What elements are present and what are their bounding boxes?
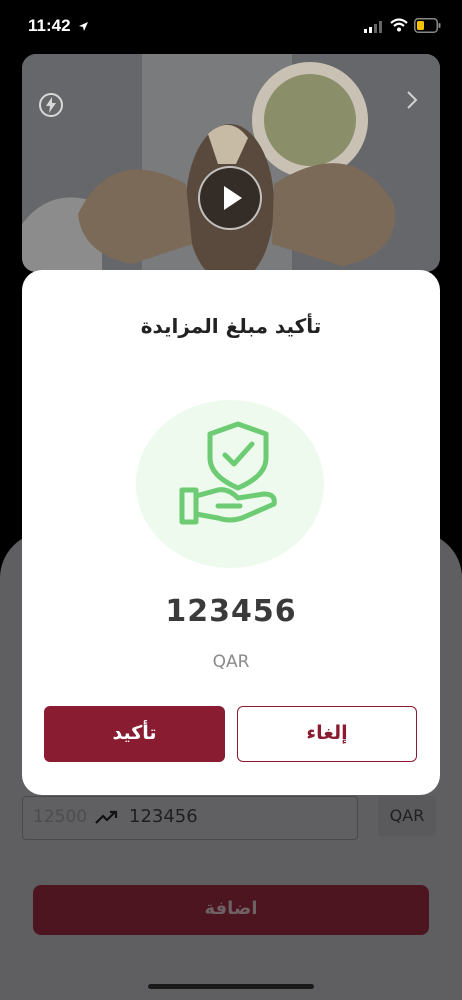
battery-icon [414,18,441,38]
confirm-button[interactable]: تأكيد [44,706,225,762]
currency-label: QAR [378,796,436,836]
dialog-title: تأكيد مبلغ المزايدة [140,314,322,338]
wifi-icon [390,18,408,37]
chevron-right-icon[interactable] [406,90,418,114]
home-indicator[interactable] [148,984,314,989]
video-thumbnail[interactable] [22,54,440,272]
status-time: 11:42 [28,16,71,35]
bid-value: 123456 [129,806,198,827]
dialog-currency: QAR [212,652,250,672]
cancel-button[interactable]: إلغاء [237,706,417,762]
bid-input[interactable]: 12500 123456 [22,796,358,840]
flash-icon[interactable] [38,92,64,122]
icon-circle [136,400,324,568]
confirm-dialog: تأكيد مبلغ المزايدة 123456 QAR تأكيد إلغ… [22,270,440,795]
trend-up-icon [95,809,119,829]
add-button[interactable]: اضافة [33,885,429,935]
location-arrow-icon [78,19,89,37]
status-bar: 11:42 [0,0,462,52]
dialog-amount: 123456 [165,594,297,629]
min-bid-hint: 12500 [33,807,88,827]
shield-hand-icon [179,421,277,525]
play-button[interactable] [198,166,262,230]
play-icon [224,186,242,210]
signal-icon [364,20,384,38]
